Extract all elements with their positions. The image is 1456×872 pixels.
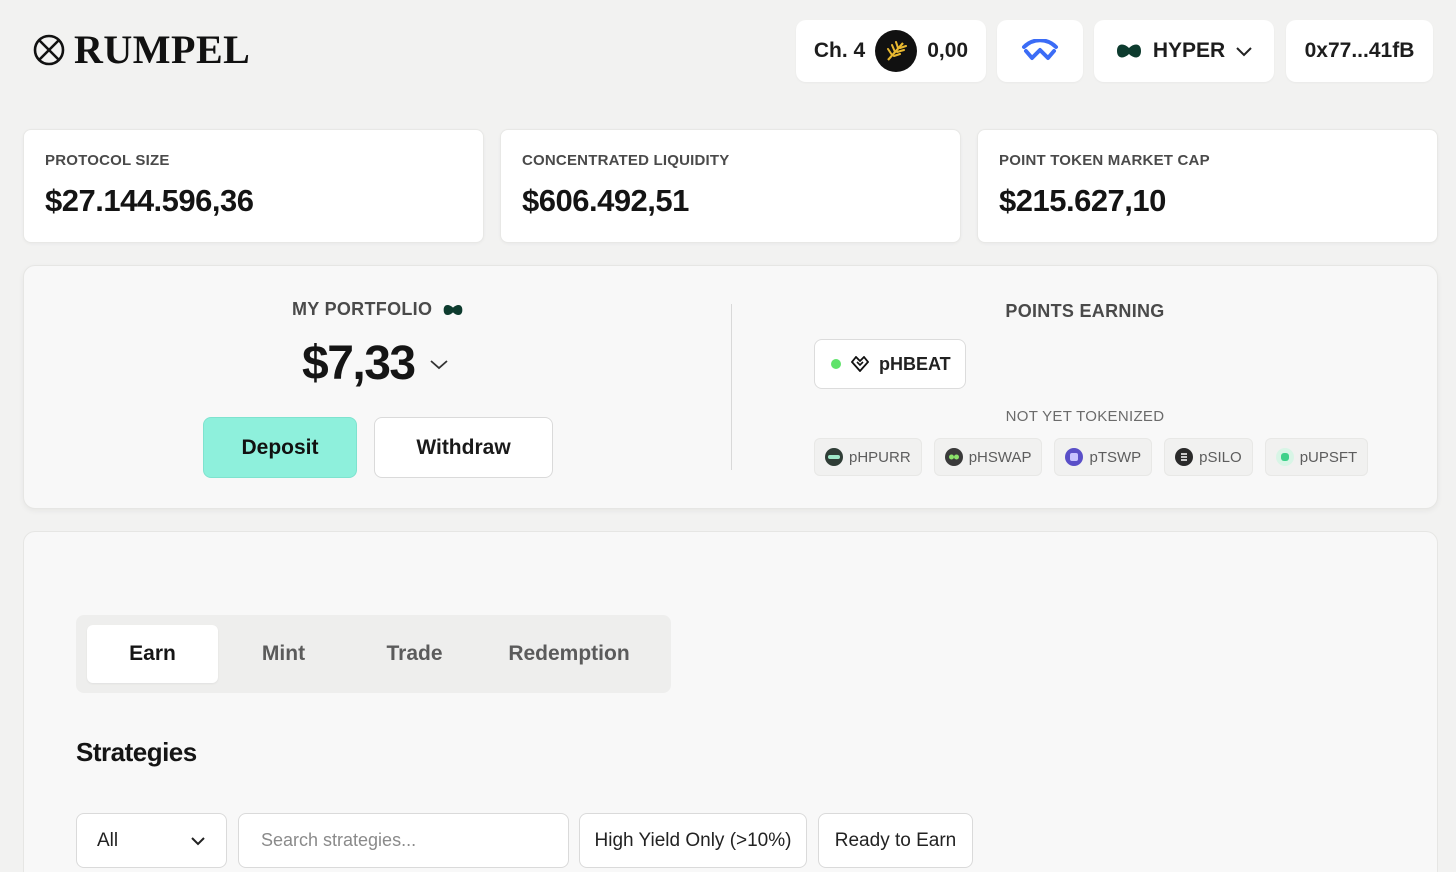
tab-earn[interactable]: Earn [87, 625, 218, 683]
token-label: pSILO [1199, 448, 1242, 466]
token-label: pHPURR [849, 448, 911, 466]
search-field[interactable] [238, 813, 569, 868]
chapter-coin-icon [875, 30, 918, 72]
withdraw-button[interactable]: Withdraw [374, 417, 553, 478]
high-yield-filter-button[interactable]: High Yield Only (>10%) [579, 813, 807, 868]
tab-trade[interactable]: Trade [349, 625, 480, 683]
hswap-icon [944, 448, 963, 466]
points-token-label: pHBEAT [879, 353, 951, 374]
walletconnect-button[interactable] [997, 20, 1083, 82]
divider [731, 304, 732, 470]
not-yet-tokenized-label: NOT YET TOKENIZED [1005, 408, 1165, 425]
stat-label: PROTOCOL SIZE [45, 152, 170, 169]
untokenized-token[interactable]: pHSWAP [933, 438, 1043, 476]
chevron-down-icon [1236, 47, 1252, 57]
tswp-icon [1065, 448, 1084, 466]
network-selector[interactable]: HYPER [1094, 20, 1274, 82]
token-label: pTSWP [1089, 448, 1142, 466]
active-status-dot [831, 359, 841, 369]
account-address-button[interactable]: 0x77...41fB [1286, 20, 1433, 82]
logo[interactable]: RUMPEL [32, 30, 250, 70]
chevron-down-icon [191, 836, 205, 845]
portfolio-value-toggle[interactable]: $7,33 [302, 336, 449, 391]
hpurr-icon [825, 448, 843, 466]
stat-value: $606.492,51 [522, 183, 689, 218]
logo-text: RUMPEL [74, 27, 251, 72]
chapter-points-button[interactable]: Ch. 4 0,00 [796, 20, 986, 82]
strategies-panel: Earn Mint Trade Redemption Strategies Al… [23, 531, 1438, 872]
points-earning-label: POINTS EARNING [1005, 301, 1165, 321]
stat-value: $215.627,10 [999, 183, 1166, 218]
strategy-type-value: All [97, 829, 119, 851]
tab-mint[interactable]: Mint [218, 625, 349, 683]
portfolio-label: MY PORTFOLIO [292, 299, 464, 320]
chevron-down-icon [430, 359, 448, 369]
portfolio-panel: MY PORTFOLIO $7,33 Deposit Withdraw POIN… [23, 265, 1438, 509]
tab-bar: Earn Mint Trade Redemption [76, 615, 671, 693]
network-label: HYPER [1152, 39, 1226, 62]
untokenized-token[interactable]: pTSWP [1054, 438, 1153, 476]
portfolio-label-text: MY PORTFOLIO [292, 299, 433, 319]
upsft-icon [1275, 448, 1294, 466]
point-token-market-cap-card: POINT TOKEN MARKET CAP $215.627,10 [977, 129, 1438, 243]
token-label: pHSWAP [968, 448, 1032, 466]
silo-icon [1175, 448, 1194, 466]
untokenized-token[interactable]: pSILO [1164, 438, 1253, 476]
stat-label: CONCENTRATED LIQUIDITY [522, 152, 730, 169]
points-token-chip[interactable]: pHBEAT [814, 339, 966, 389]
chapter-label: Ch. 4 [813, 39, 866, 62]
logo-icon [33, 34, 65, 66]
ready-to-earn-filter-button[interactable]: Ready to Earn [818, 813, 973, 868]
portfolio-value: $7,33 [302, 337, 416, 390]
hyperliquid-icon [1116, 44, 1141, 58]
untokenized-token[interactable]: pHPURR [814, 438, 922, 476]
strategies-title: Strategies [76, 737, 197, 767]
untokenized-list: pHPURR pHSWAP pTSWP pSILO pUPSFT [814, 438, 1369, 476]
chapter-points: 0,00 [927, 39, 969, 62]
deposit-button[interactable]: Deposit [203, 417, 357, 478]
hbeat-icon [851, 356, 869, 372]
hyperliquid-icon [443, 304, 463, 315]
stat-label: POINT TOKEN MARKET CAP [999, 152, 1210, 169]
stat-value: $27.144.596,36 [45, 183, 254, 218]
search-input[interactable] [261, 830, 546, 851]
protocol-size-card: PROTOCOL SIZE $27.144.596,36 [23, 129, 484, 243]
strategy-type-select[interactable]: All [76, 813, 227, 868]
untokenized-token[interactable]: pUPSFT [1264, 438, 1369, 476]
tab-redemption[interactable]: Redemption [480, 625, 658, 683]
walletconnect-icon [1022, 39, 1058, 60]
token-label: pUPSFT [1299, 448, 1358, 466]
concentrated-liquidity-card: CONCENTRATED LIQUIDITY $606.492,51 [500, 129, 961, 243]
